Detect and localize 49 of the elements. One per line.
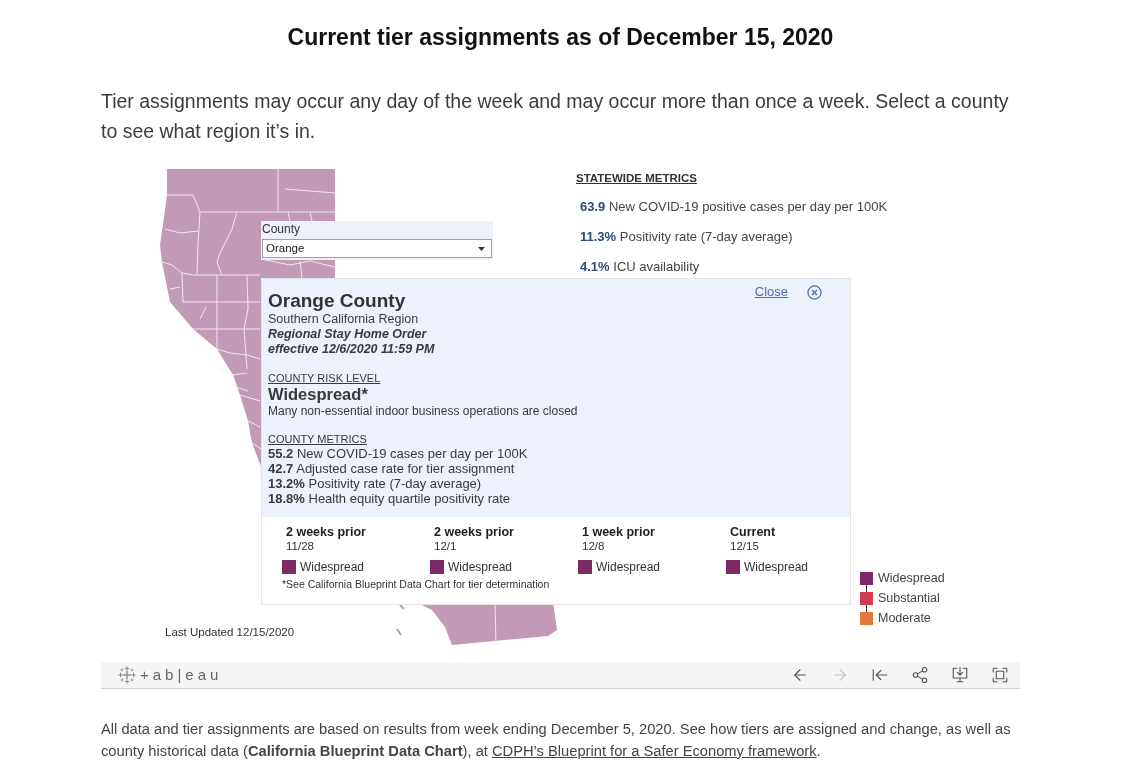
history-date: 11/28 (286, 539, 314, 553)
logo-icon (118, 666, 136, 684)
tier-label: Widespread (300, 560, 365, 574)
legend-label: Widespread (878, 572, 945, 585)
county-label: County (262, 222, 302, 236)
arrow-to-line-icon (871, 666, 889, 684)
tier-label: Widespread (596, 560, 661, 574)
download-icon (951, 666, 969, 684)
history-date: 12/15 (730, 539, 759, 553)
caret-down-icon (478, 246, 485, 251)
order-effective-text: effective 12/6/2020 11:59 PM (268, 342, 435, 357)
history-period: 2 weeks prior (286, 525, 366, 539)
close-link[interactable]: Close (754, 284, 788, 300)
logo-text: +ab|eau (140, 666, 223, 684)
statewide-metric: 11.3% Positivity rate (7-day average) (580, 229, 793, 245)
county-metric: 13.2% Positivity rate (7-day average) (268, 476, 482, 491)
risk-description: Many non-essential indoor business operations are closed (268, 404, 578, 418)
history-date: 12/1 (434, 539, 457, 553)
history-period: 1 week prior (582, 525, 655, 539)
tier-label: Widespread (448, 560, 513, 574)
order-text: Regional Stay Home Order (268, 327, 427, 342)
page-heading: Current tier assignments as of December 15, 2020 (287, 24, 834, 50)
risk-level-heading: COUNTY RISK LEVEL (268, 371, 381, 385)
share-icon (911, 666, 929, 684)
intro-text: Tier assignments may occur any day of the week and may occur more than once a week. Select a county to see what region it’s in. (101, 89, 1010, 144)
county-metric: 18.8% Health equity quartile positivity rate (268, 491, 511, 506)
history-period: Current (730, 525, 776, 539)
county-metrics-heading: COUNTY METRICS (268, 432, 367, 446)
statewide-metrics-title: STATEWIDE METRICS (576, 171, 697, 185)
county-metric: 42.7 Adjusted case rate for tier assignment (268, 461, 515, 476)
county-title: Orange County (268, 290, 406, 312)
risk-level-value: Widespread* (268, 385, 368, 404)
county-metric: 55.2 New COVID-19 cases per day per 100K (268, 446, 528, 461)
arrow-right-icon (831, 666, 849, 684)
legend-label: Substantial (878, 592, 940, 605)
data-source-note: All data and tier assignments are based on results from week ending December 5, 2020. See how tiers are assigned and change, as well as county historical data (California Blueprint Data Chart), at CDPH’s Blueprint for a Safer Economy framework. (101, 720, 1012, 761)
close-icon[interactable] (807, 284, 822, 300)
history-date: 12/8 (582, 539, 605, 553)
tier-footnote: *See California Blueprint Data Chart for tier determination (282, 578, 551, 591)
tier-label: Widespread (744, 560, 809, 574)
county-select[interactable]: Orange (262, 239, 492, 258)
fullscreen-icon (991, 666, 1009, 684)
statewide-metric: 63.9 New COVID-19 positive cases per day per 100K (580, 199, 888, 215)
blueprint-link[interactable]: CDPH’s Blueprint for a Safer Economy framework (492, 743, 817, 759)
legend-label: Moderate (878, 612, 931, 625)
last-updated-text: Last Updated 12/15/2020 (165, 625, 295, 640)
statewide-metric: 4.1% ICU availability (580, 259, 700, 275)
history-period: 2 weeks prior (434, 525, 514, 539)
region-text: Southern California Region (268, 312, 419, 327)
